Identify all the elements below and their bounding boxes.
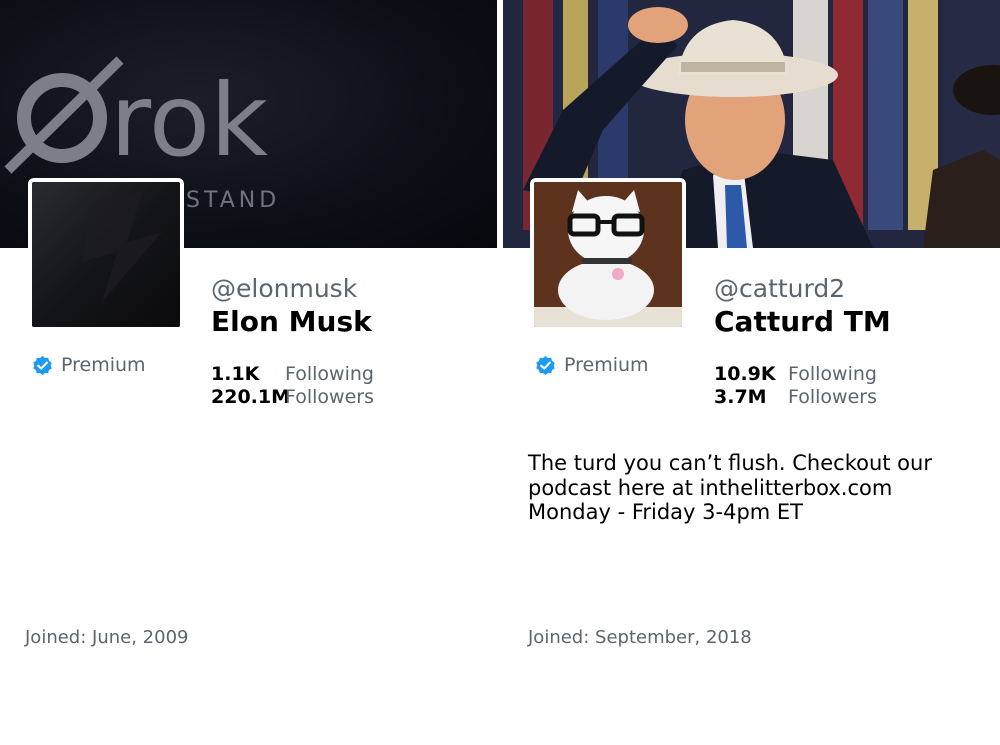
bio-line: The turd you can’t flush. Checkout our: [528, 451, 932, 475]
bio-line: podcast here at inthelitterbox.com: [528, 475, 893, 500]
bio-line: Monday - Friday 3-4pm ET: [528, 500, 804, 524]
followers-label: Followers: [285, 386, 374, 408]
premium-badge: Premium: [535, 354, 649, 376]
profile-bio: The turd you can’t flush. Checkout our p…: [528, 451, 988, 525]
following-label: Following: [285, 363, 374, 385]
profile-handle[interactable]: @catturd2: [714, 274, 845, 303]
followers-count: 3.7M: [714, 386, 767, 408]
profile-card-catturd2: @catturd2 Catturd TM Premium 10.9K Follo…: [503, 0, 1000, 745]
followers-count: 220.1M: [211, 386, 291, 408]
profile-stats: 10.9K Following 3.7M Followers: [714, 363, 877, 409]
grok-logo-image: rok: [4, 56, 268, 179]
followers-stat[interactable]: 3.7M Followers: [714, 386, 877, 409]
followers-stat[interactable]: 220.1M Followers: [211, 386, 374, 409]
premium-badge: Premium: [32, 354, 146, 376]
premium-label: Premium: [61, 354, 146, 376]
avatar[interactable]: [28, 178, 184, 331]
premium-label: Premium: [564, 354, 649, 376]
verified-badge-icon: [536, 355, 555, 375]
profile-handle[interactable]: @elonmusk: [211, 274, 357, 303]
banner-subtext: STAND: [186, 188, 281, 213]
verified-badge-icon: [33, 355, 52, 375]
avatar-image: [32, 182, 180, 327]
profile-stats: 1.1K Following 220.1M Followers: [211, 363, 374, 409]
following-count: 1.1K: [211, 363, 260, 385]
avatar-image: [534, 182, 682, 327]
following-stat[interactable]: 1.1K Following: [211, 363, 374, 386]
profile-card-elonmusk: rok STAND @elonmusk Elon Musk Premium 1.…: [0, 0, 497, 745]
following-label: Following: [788, 363, 877, 385]
profile-display-name[interactable]: Elon Musk: [211, 305, 372, 338]
following-stat[interactable]: 10.9K Following: [714, 363, 877, 386]
following-count: 10.9K: [714, 363, 776, 385]
profile-display-name[interactable]: Catturd TM: [714, 305, 891, 338]
svg-text:rok: rok: [110, 62, 268, 179]
followers-label: Followers: [788, 386, 877, 408]
avatar[interactable]: [530, 178, 686, 331]
joined-date: Joined: June, 2009: [25, 627, 189, 648]
joined-date: Joined: September, 2018: [528, 627, 752, 648]
